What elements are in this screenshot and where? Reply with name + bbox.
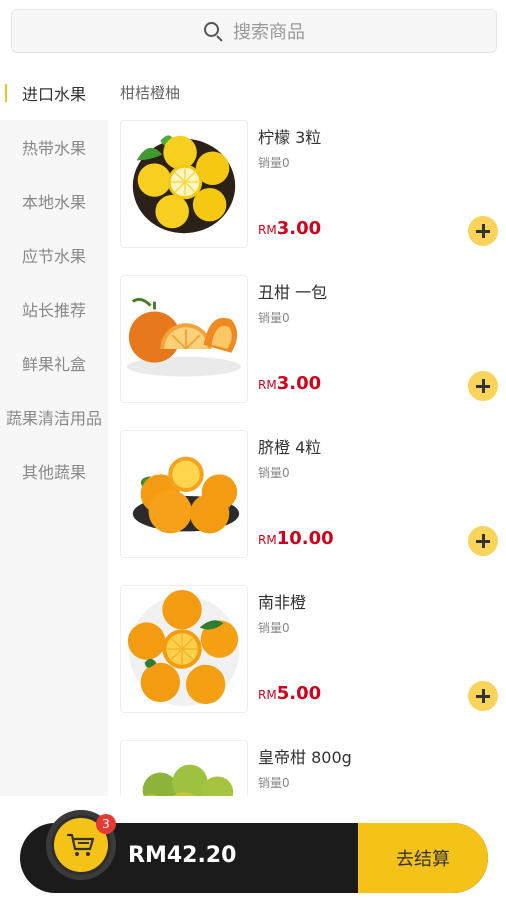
sidebar-item-imported-fruit[interactable]: 进口水果	[0, 66, 108, 120]
product-name: 柠檬 3粒	[258, 128, 322, 147]
lemon-image[interactable]	[120, 120, 248, 248]
product-name: 皇帝柑 800g	[258, 748, 352, 767]
cart-total: RM42.20	[128, 843, 237, 868]
cart-count-badge: 3	[96, 814, 116, 834]
sidebar-item-seasonal-fruit[interactable]: 应节水果	[0, 228, 108, 282]
add-to-cart-button[interactable]	[468, 216, 498, 246]
add-to-cart-button[interactable]	[468, 371, 498, 401]
product-sales: 销量0	[258, 311, 290, 325]
navel-orange-image[interactable]	[120, 430, 248, 558]
product-sales: 销量0	[258, 776, 290, 790]
add-to-cart-button[interactable]	[468, 681, 498, 711]
price-amount: 5.00	[276, 683, 322, 704]
product-price: RM3.00	[258, 373, 321, 394]
plus-icon	[476, 379, 490, 393]
product-sales: 销量0	[258, 621, 290, 635]
price-currency: RM	[258, 378, 277, 392]
product-list: 柑桔橙柚 柠檬 3粒 销量0 RM3.00 丑柑 一包 销量0 RM3.00 脐…	[108, 66, 506, 796]
product-name: 丑柑 一包	[258, 283, 328, 302]
sidebar-item-cleaning[interactable]: 蔬果清洁用品	[0, 390, 108, 444]
plus-icon	[476, 224, 490, 238]
product-price: RM3.00	[258, 218, 321, 239]
plus-icon	[476, 534, 490, 548]
price-currency: RM	[258, 223, 277, 237]
product-price: RM10.00	[258, 528, 334, 549]
sidebar-item-label: 站长推荐	[21, 301, 86, 320]
add-to-cart-button[interactable]	[468, 526, 498, 556]
product-card[interactable]: 南非橙 销量0 RM5.00	[120, 585, 506, 715]
search-bar: 搜索商品	[0, 0, 506, 66]
product-card[interactable]: 皇帝柑 800g 销量0	[120, 740, 506, 796]
sidebar-item-label: 其他蔬果	[21, 463, 86, 482]
product-card[interactable]: 柠檬 3粒 销量0 RM3.00	[120, 120, 506, 250]
ugli-fruit-image[interactable]	[120, 275, 248, 403]
mandarin-image[interactable]	[120, 740, 248, 796]
price-amount: 10.00	[276, 528, 334, 549]
sidebar-item-label: 蔬果清洁用品	[5, 409, 102, 428]
product-sales: 销量0	[258, 156, 290, 170]
category-sidebar: 进口水果 热带水果 本地水果 应节水果 站长推荐 鲜果礼盒 蔬果清洁用品 其他蔬…	[0, 66, 108, 796]
category-title: 柑桔橙柚	[120, 84, 181, 102]
product-name: 南非橙	[258, 593, 307, 612]
sidebar-item-recommended[interactable]: 站长推荐	[0, 282, 108, 336]
search-icon	[203, 21, 223, 42]
sidebar-item-label: 热带水果	[21, 139, 86, 158]
sidebar-item-label: 进口水果	[21, 85, 86, 104]
price-currency: RM	[258, 688, 277, 702]
sidebar-item-label: 本地水果	[21, 193, 86, 212]
checkout-label: 去结算	[396, 849, 450, 870]
product-card[interactable]: 脐橙 4粒 销量0 RM10.00	[120, 430, 506, 560]
product-card[interactable]: 丑柑 一包 销量0 RM3.00	[120, 275, 506, 405]
sidebar-item-tropical-fruit[interactable]: 热带水果	[0, 120, 108, 174]
orange-image[interactable]	[120, 585, 248, 713]
product-name: 脐橙 4粒	[258, 438, 322, 457]
sidebar-item-gift-box[interactable]: 鲜果礼盒	[0, 336, 108, 390]
price-amount: 3.00	[276, 373, 322, 394]
product-price: RM5.00	[258, 683, 321, 704]
search-input[interactable]: 搜索商品	[11, 9, 497, 53]
sidebar-item-label: 应节水果	[21, 247, 86, 266]
price-currency: RM	[258, 533, 277, 547]
sidebar-item-local-fruit[interactable]: 本地水果	[0, 174, 108, 228]
product-sales: 销量0	[258, 466, 290, 480]
checkout-button[interactable]: 去结算	[358, 823, 488, 893]
price-amount: 3.00	[276, 218, 322, 239]
plus-icon	[476, 689, 490, 703]
sidebar-item-other[interactable]: 其他蔬果	[0, 444, 108, 498]
sidebar-item-label: 鲜果礼盒	[21, 355, 86, 374]
search-placeholder: 搜索商品	[233, 22, 305, 43]
